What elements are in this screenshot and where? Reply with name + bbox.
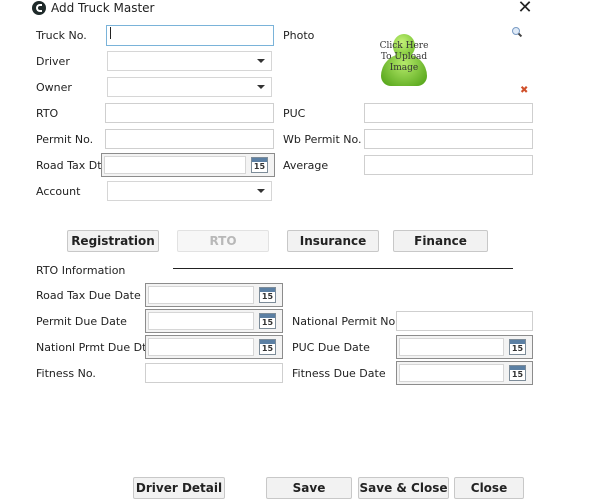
upload-hint: Click Here To Upload Image <box>379 41 429 73</box>
national-permit-due-dt-datepicker[interactable]: 15 <box>145 335 283 359</box>
photo-upload[interactable]: Click Here To Upload Image <box>380 32 428 86</box>
permit-no-label: Permit No. <box>36 133 94 146</box>
calendar-icon[interactable]: 15 <box>259 313 276 329</box>
wb-permit-no-input[interactable] <box>364 129 533 149</box>
magnifier-icon[interactable] <box>512 27 523 38</box>
road-tax-dt-label: Road Tax Dt. <box>36 159 106 172</box>
puc-due-date-datepicker[interactable]: 15 <box>396 335 533 359</box>
road-tax-dt-datepicker[interactable]: 15 <box>101 153 275 177</box>
truck-no-input[interactable] <box>106 25 274 46</box>
permit-due-date-input[interactable] <box>148 312 254 330</box>
chevron-down-icon <box>257 59 265 63</box>
tab-insurance[interactable]: Insurance <box>287 230 379 252</box>
close-button[interactable]: Close <box>454 477 524 499</box>
owner-dropdown[interactable] <box>107 77 272 97</box>
permit-no-input[interactable] <box>105 129 274 149</box>
road-tax-due-date-label: Road Tax Due Date <box>36 289 141 302</box>
driver-detail-button[interactable]: Driver Detail <box>133 477 225 499</box>
calendar-icon[interactable]: 15 <box>509 339 526 355</box>
driver-label: Driver <box>36 55 70 68</box>
national-permit-due-dt-input[interactable] <box>148 338 254 356</box>
chevron-down-icon <box>257 189 265 193</box>
calendar-icon[interactable]: 15 <box>259 287 276 303</box>
road-tax-due-date-input[interactable] <box>148 286 254 304</box>
permit-due-date-datepicker[interactable]: 15 <box>145 309 283 333</box>
average-label: Average <box>283 159 329 172</box>
fitness-due-date-input[interactable] <box>399 364 504 382</box>
truck-no-label: Truck No. <box>36 29 87 42</box>
rto-input[interactable] <box>105 103 274 123</box>
account-label: Account <box>36 185 81 198</box>
calendar-icon[interactable]: 15 <box>509 365 526 381</box>
photo-label: Photo <box>283 29 315 42</box>
national-permit-no-label: National Permit No <box>292 315 396 328</box>
puc-input[interactable] <box>364 103 533 123</box>
puc-label: PUC <box>283 107 306 120</box>
chevron-down-icon <box>257 85 265 89</box>
save-button[interactable]: Save <box>266 477 352 499</box>
rto-label: RTO <box>36 107 59 120</box>
section-divider <box>173 268 513 269</box>
calendar-icon[interactable]: 15 <box>251 157 268 173</box>
tab-rto[interactable]: RTO <box>177 230 269 252</box>
permit-due-date-label: Permit Due Date <box>36 315 127 328</box>
national-permit-due-dt-label: Nationl Prmt Due Dt <box>36 341 147 354</box>
tab-finance[interactable]: Finance <box>393 230 488 252</box>
national-permit-no-input[interactable] <box>396 311 533 331</box>
app-logo-icon <box>32 1 46 15</box>
fitness-no-label: Fitness No. <box>36 367 96 380</box>
account-dropdown[interactable] <box>107 181 272 201</box>
save-close-button[interactable]: Save & Close <box>358 477 449 499</box>
rto-section-title: RTO Information <box>36 264 126 277</box>
average-input[interactable] <box>364 155 533 175</box>
fitness-due-date-label: Fitness Due Date <box>292 367 386 380</box>
puc-due-date-input[interactable] <box>399 338 504 356</box>
text-cursor <box>110 27 111 39</box>
road-tax-due-date-datepicker[interactable]: 15 <box>145 283 283 307</box>
remove-icon[interactable]: ✖ <box>520 86 530 96</box>
puc-due-date-label: PUC Due Date <box>292 341 370 354</box>
driver-dropdown[interactable] <box>107 51 272 71</box>
tab-registration[interactable]: Registration <box>67 230 159 252</box>
owner-label: Owner <box>36 81 72 94</box>
close-icon[interactable]: ✕ <box>517 0 533 17</box>
fitness-due-date-datepicker[interactable]: 15 <box>396 361 533 385</box>
calendar-icon[interactable]: 15 <box>259 339 276 355</box>
wb-permit-no-label: Wb Permit No. <box>283 133 362 146</box>
fitness-no-input[interactable] <box>145 363 283 383</box>
road-tax-dt-input[interactable] <box>104 156 246 174</box>
window-title: Add Truck Master <box>51 1 155 15</box>
